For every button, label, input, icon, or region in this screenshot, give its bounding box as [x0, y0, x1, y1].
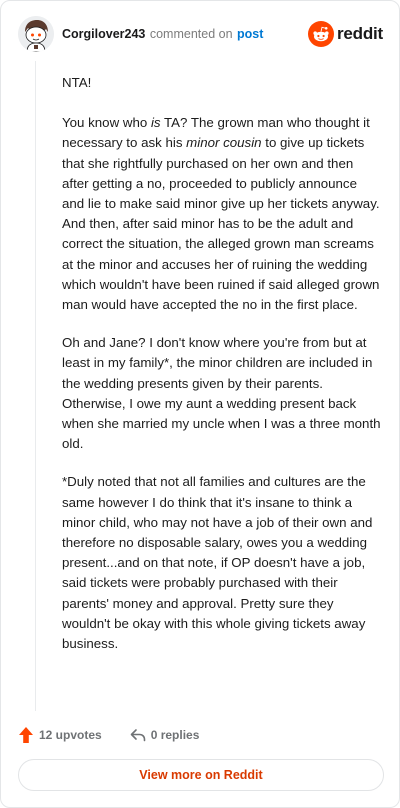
- username-link[interactable]: Corgilover243: [62, 27, 145, 41]
- comment-byline: Corgilover243 commented on post: [62, 27, 263, 41]
- p2-emphasis-minor-cousin: minor cousin: [186, 135, 262, 151]
- comment-paragraph-2: You know who is TA? The grown man who th…: [62, 113, 382, 315]
- comment-actions: 12 upvotes 0 replies: [18, 726, 199, 744]
- replies-button[interactable]: 0 replies: [130, 728, 200, 742]
- comment-paragraph-1: NTA!: [62, 75, 92, 90]
- reply-arrow-icon: [130, 729, 146, 742]
- reddit-logo-icon: [307, 21, 334, 47]
- comment-embed-card: Corgilover243 commented on post reddit N…: [0, 0, 400, 808]
- comment-paragraph-3: Oh and Jane? I don't know where you're f…: [62, 335, 381, 452]
- comment-header: Corgilover243 commented on post reddit: [18, 15, 383, 53]
- upvote-count: 12 upvotes: [39, 728, 102, 742]
- p2-text-a: You know who: [62, 115, 151, 131]
- view-more-on-reddit-button[interactable]: View more on Reddit: [18, 759, 384, 791]
- reply-count: 0 replies: [150, 728, 200, 742]
- thread-line: [35, 61, 36, 711]
- user-avatar-icon[interactable]: [18, 16, 54, 52]
- upvote-button[interactable]: 12 upvotes: [18, 726, 102, 744]
- p2-emphasis-is: is: [150, 115, 161, 131]
- reddit-brand[interactable]: reddit: [307, 21, 383, 47]
- upvote-arrow-icon: [19, 727, 33, 743]
- reddit-wordmark: reddit: [336, 24, 383, 43]
- comment-paragraph-4: *Duly noted that not all families and cu…: [62, 474, 373, 652]
- post-link[interactable]: post: [237, 27, 263, 41]
- p2-text-c: to give up tickets that she rightfully p…: [62, 135, 380, 313]
- comment-body: NTA! You know who is TA? The grown man w…: [62, 73, 382, 672]
- commented-on-label: commented on: [149, 27, 233, 41]
